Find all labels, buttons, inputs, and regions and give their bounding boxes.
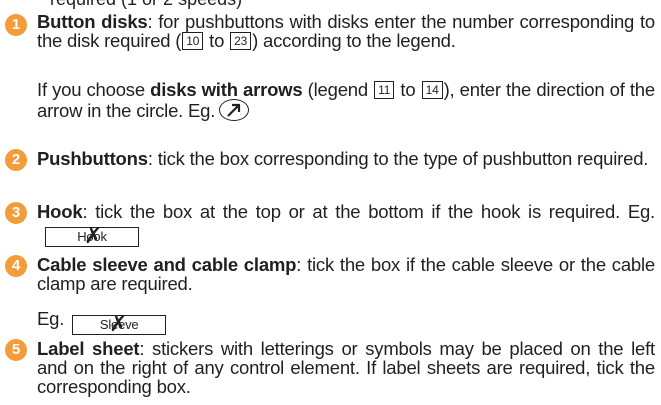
legend-box: 10	[182, 32, 204, 50]
arrow-circle-icon	[219, 99, 250, 121]
sleeve-example-box: Sleeve ✗	[72, 311, 167, 336]
step-number-bullet: 4	[5, 255, 27, 277]
instruction-page: required (1 or 2 speeds) 1 Button disks:…	[0, 0, 661, 405]
legend-box: 23	[230, 32, 252, 50]
item-title: Cable sleeve and cable clamp	[37, 254, 297, 275]
legend-box: 14	[421, 81, 443, 99]
item-1-text: Button disks: for pushbuttons with disks…	[37, 11, 655, 51]
tick-x-icon: ✗	[84, 223, 103, 248]
item-5-text: Label sheet: stickers with letterings or…	[37, 338, 655, 397]
step-number-bullet: 3	[5, 202, 27, 224]
item-1-para-2: If you choose disks with arrows (legend …	[37, 79, 655, 121]
legend-box: 11	[374, 81, 395, 99]
cut-top-text: required (1 or 2 speeds)	[50, 0, 242, 8]
item-title: Button disks	[37, 11, 148, 32]
item-4-text: Cable sleeve and cable clamp: tick the b…	[37, 254, 655, 294]
hook-example-box: Hook ✗	[45, 223, 139, 248]
item-4-example: Eg. Sleeve ✗	[37, 309, 655, 335]
step-number-bullet: 1	[5, 14, 27, 36]
item-3-text: Hook: tick the box at the top or at the …	[37, 201, 655, 248]
tick-x-icon: ✗	[109, 311, 128, 336]
item-title: Label sheet	[37, 338, 140, 359]
item-title: Hook	[37, 201, 83, 222]
step-number-bullet: 5	[5, 339, 27, 361]
item-title: Pushbuttons	[37, 148, 148, 169]
step-number-bullet: 2	[5, 149, 27, 171]
item-2-text: Pushbuttons: tick the box corresponding …	[37, 148, 649, 169]
